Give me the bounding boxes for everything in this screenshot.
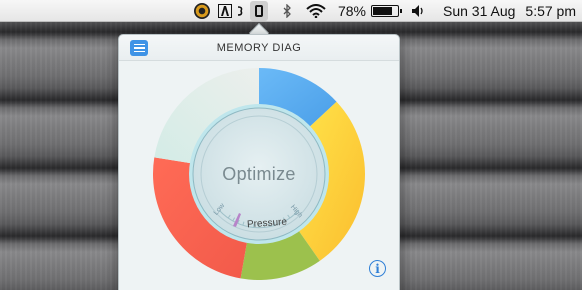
menubar-time[interactable]: 5:57 pm: [525, 0, 576, 22]
memory-gauge: Optimize Low High Pressure: [152, 68, 365, 280]
volume-icon[interactable]: [411, 0, 425, 22]
popover-header: MEMORY DIAG: [119, 35, 399, 61]
extra-menu-icon[interactable]: [236, 0, 244, 22]
menu-button[interactable]: [130, 40, 148, 56]
bluetooth-icon[interactable]: [282, 0, 292, 22]
wifi-icon[interactable]: [306, 0, 326, 22]
istat-icon[interactable]: [193, 0, 210, 22]
optimize-button[interactable]: Optimize: [153, 164, 365, 185]
menubar-date[interactable]: Sun 31 Aug: [443, 0, 515, 22]
popover-title: MEMORY DIAG: [216, 41, 302, 54]
memory-diag-popover: MEMORY DIAG Optimize Low High Pressure i: [118, 34, 400, 290]
adobe-icon[interactable]: [217, 0, 232, 22]
battery-icon[interactable]: [371, 0, 402, 22]
battery-percent: 78%: [337, 2, 366, 19]
info-button[interactable]: i: [369, 260, 386, 277]
memory-diag-icon[interactable]: [249, 0, 268, 22]
menu-bar: 78% Sun 31 Aug 5:57 pm: [0, 0, 582, 22]
